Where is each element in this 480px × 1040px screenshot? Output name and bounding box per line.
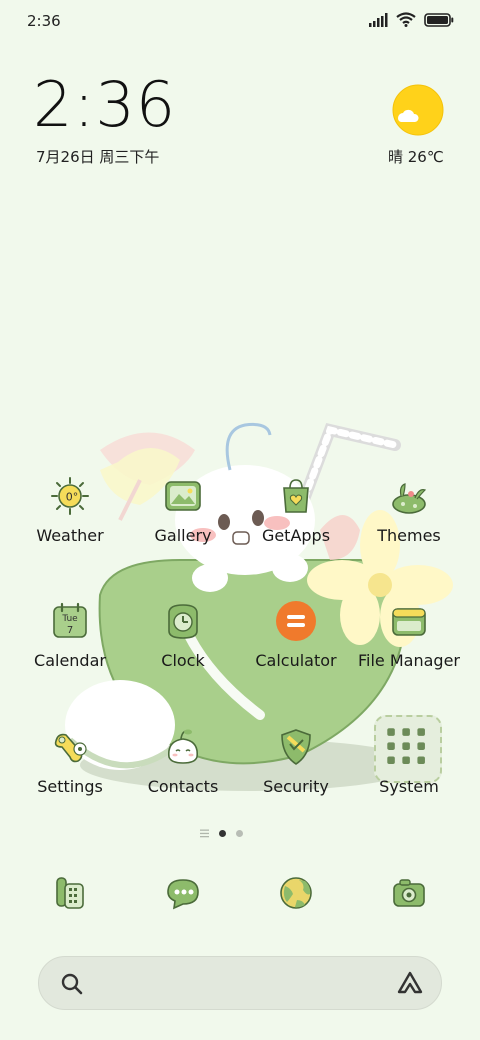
app-file-manager[interactable]: File Manager [353,601,465,701]
status-time: 2:36 [27,12,61,30]
calculator-icon[interactable] [276,601,316,641]
search-icon[interactable] [60,972,84,996]
page-indicator[interactable] [200,829,243,838]
app-clock[interactable]: Clock [127,601,239,701]
calendar-day-name: Tue [61,614,78,624]
app-label: Security [263,777,329,796]
app-label: GetApps [261,526,331,545]
phone-icon[interactable] [51,874,89,912]
app-label: Settings [37,777,103,796]
app-themes[interactable]: Themes [353,476,465,576]
messages-icon[interactable] [164,874,202,912]
wifi-icon [396,12,416,27]
app-calculator[interactable]: Calculator [240,601,352,701]
app-label: System [379,777,439,796]
page-dot-active[interactable] [219,830,226,837]
app-label: Weather [36,526,104,545]
app-contacts[interactable]: Contacts [127,727,239,827]
weather-badge: 0° [66,491,79,504]
security-icon[interactable] [276,727,316,767]
signal-icon [369,12,388,27]
weather-icon[interactable]: 0° [50,476,90,516]
browser-icon[interactable] [277,874,315,912]
calendar-icon[interactable]: Tue 7 [50,601,90,641]
app-getapps[interactable]: GetApps [240,476,352,576]
file-manager-icon[interactable] [389,601,429,641]
app-security[interactable]: Security [240,727,352,827]
battery-icon [424,12,454,27]
page-dot[interactable] [236,830,243,837]
app-label: Clock [161,651,205,670]
assistant-icon[interactable] [396,970,424,996]
app-label: File Manager [358,651,460,670]
calendar-day-number: 7 [67,625,73,636]
camera-icon[interactable] [390,874,428,912]
status-icons [368,12,454,27]
clock-widget-date: 7月26日 周三下午 [36,148,160,166]
app-system[interactable]: System [353,715,465,827]
weather-widget-text: 晴 26℃ [388,148,444,166]
app-settings[interactable]: Settings [14,727,126,827]
settings-icon[interactable] [50,727,90,767]
search-bar[interactable] [38,956,442,1010]
sunny-icon[interactable] [392,84,444,136]
contacts-icon[interactable] [163,727,203,767]
gallery-icon[interactable] [163,476,203,516]
app-label: Contacts [147,777,219,796]
app-label: Calculator [255,651,337,670]
app-label: Themes [377,526,441,545]
list-view-icon[interactable] [200,829,209,838]
app-calendar[interactable]: Tue 7 Calendar [14,601,126,701]
app-label: Gallery [154,526,212,545]
app-gallery[interactable]: Gallery [127,476,239,576]
getapps-icon[interactable] [276,476,316,516]
app-label: Calendar [34,651,106,670]
themes-icon[interactable] [389,476,429,516]
system-folder-icon[interactable] [374,715,442,783]
clock-icon[interactable] [163,601,203,641]
clock-widget-time[interactable]: 2:36 [33,74,176,136]
app-weather[interactable]: 0° Weather [14,476,126,576]
